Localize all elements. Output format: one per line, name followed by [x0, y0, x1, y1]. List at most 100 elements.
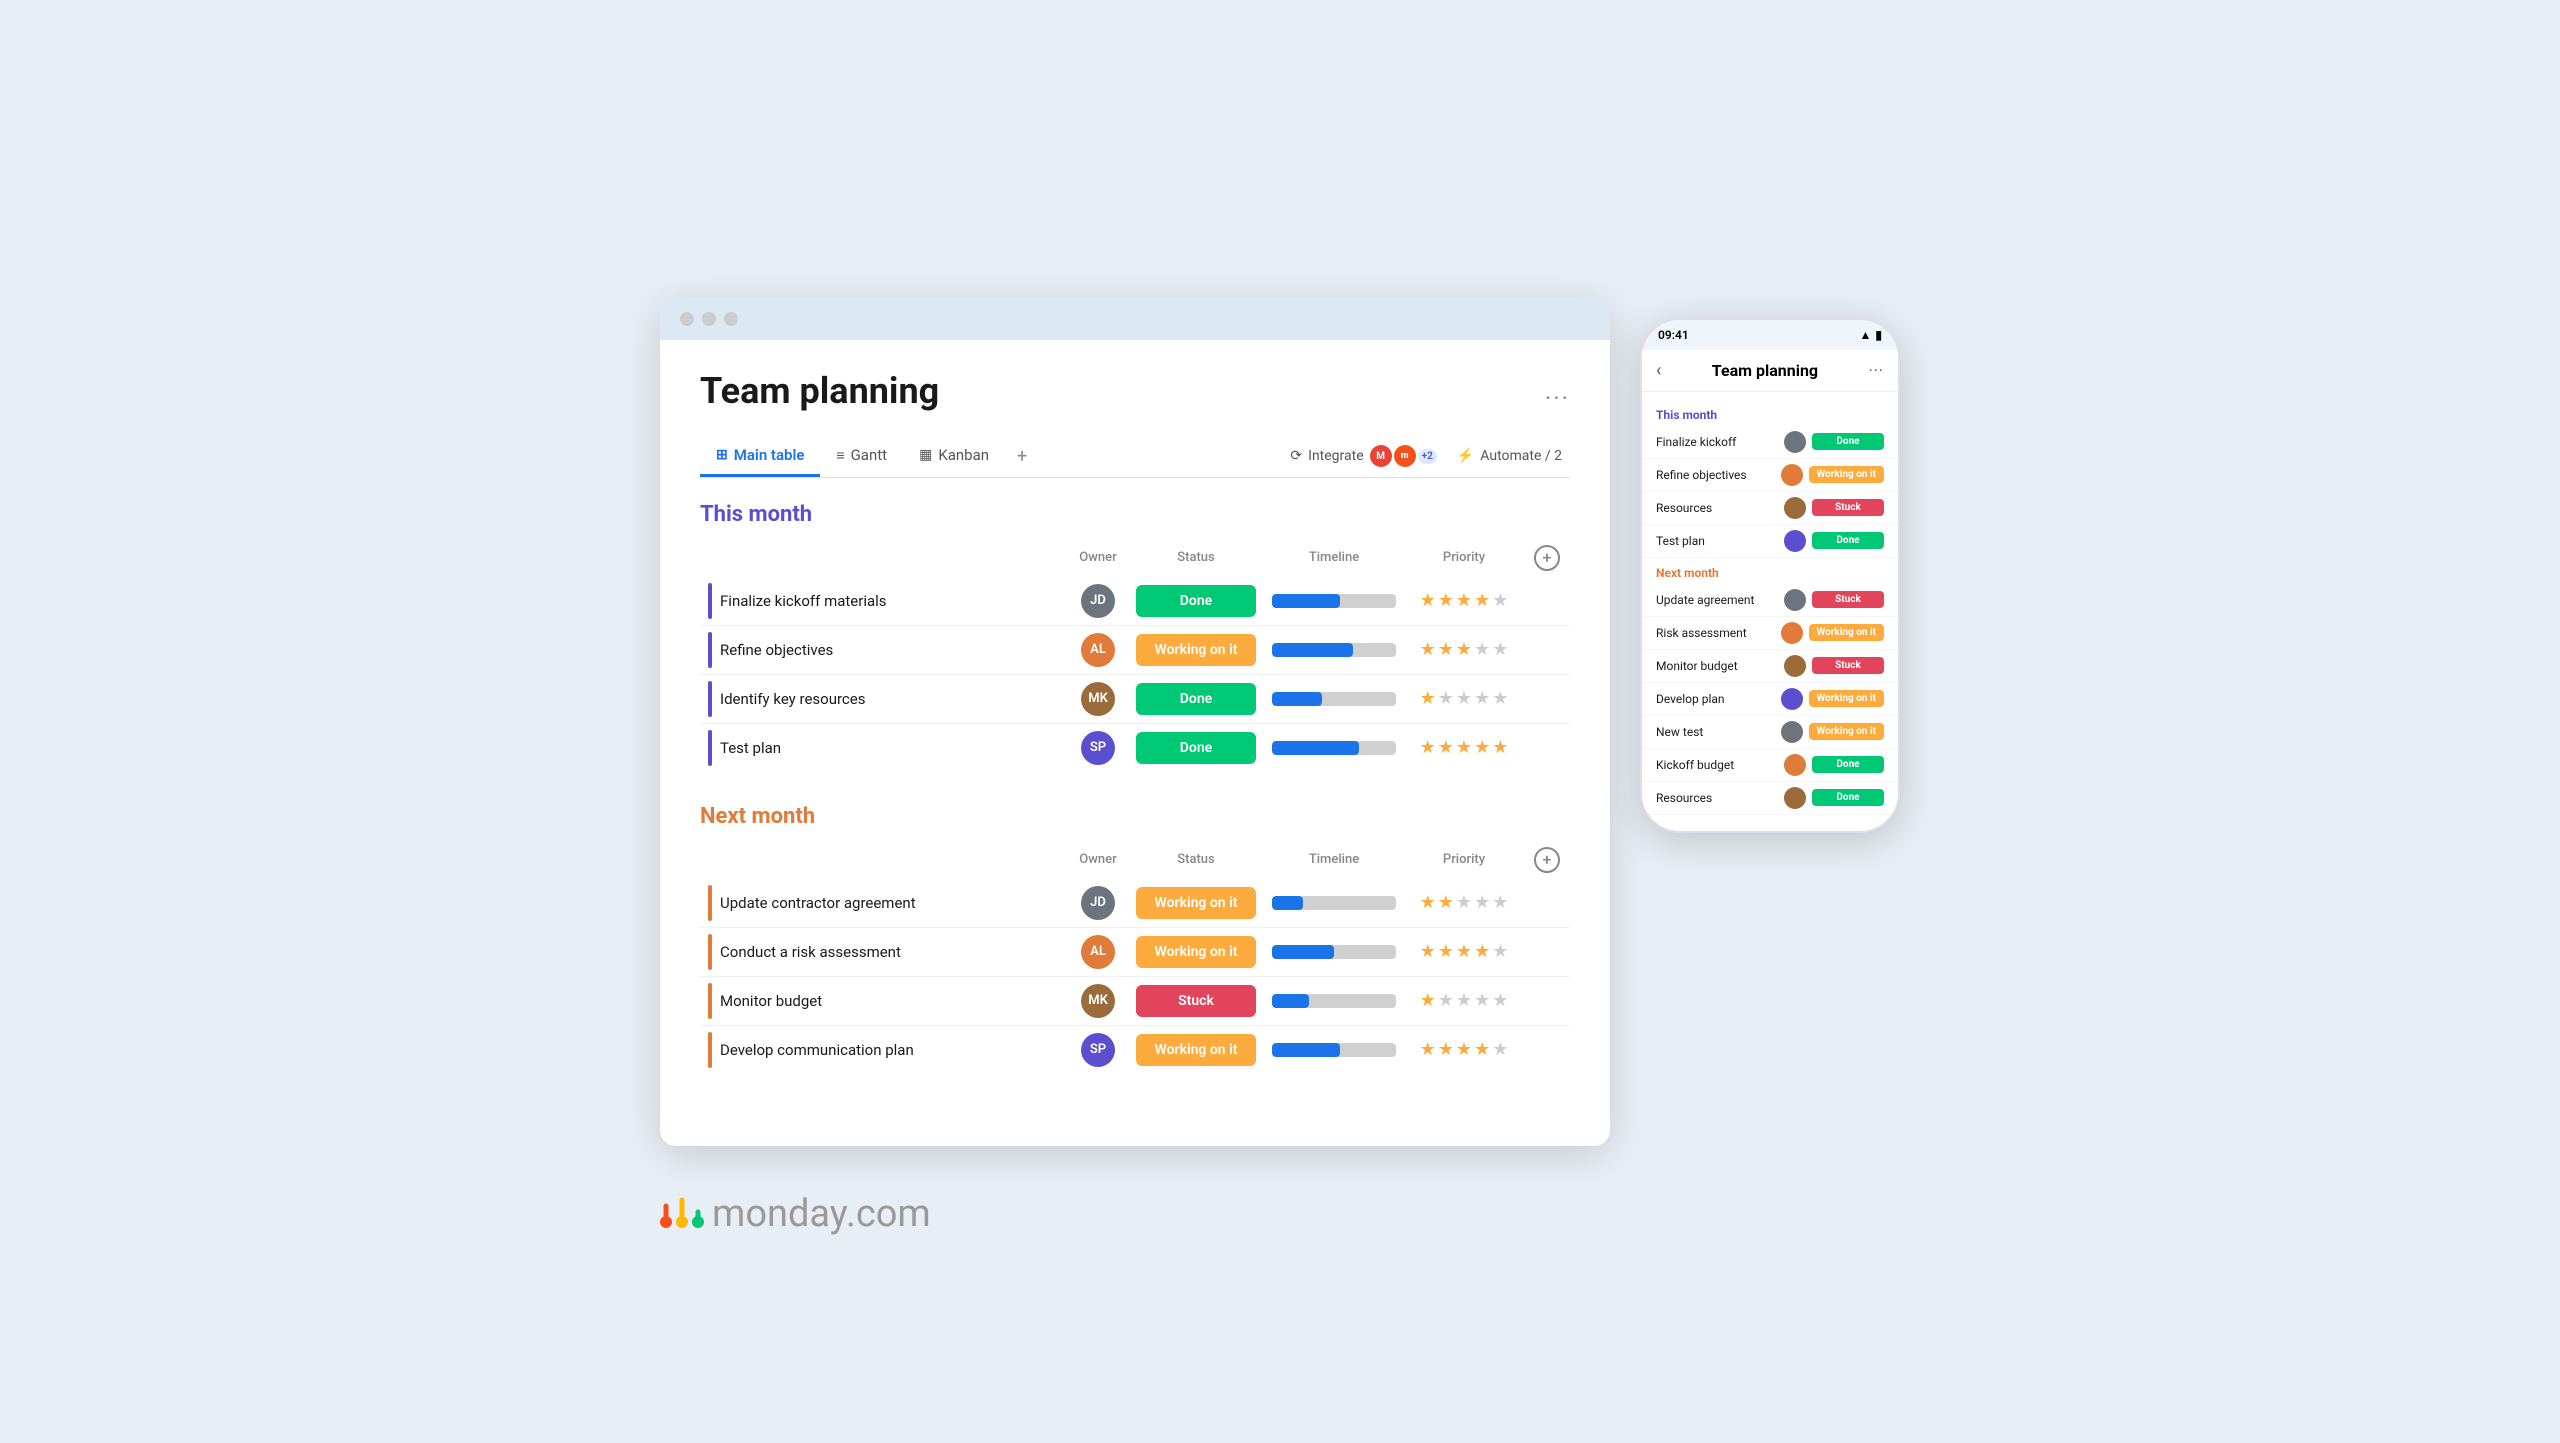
task-name: Test plan: [720, 739, 781, 757]
mobile-content: This month Finalize kickoff Done Refine …: [1642, 392, 1898, 831]
table-row: Conduct a risk assessment AL Working on …: [700, 927, 1570, 976]
section-title-next-month: Next month: [700, 804, 1570, 829]
star-0: ★: [1420, 941, 1436, 962]
mobile-status-badge[interactable]: Working on it: [1809, 690, 1884, 707]
star-1: ★: [1438, 1039, 1454, 1060]
status-badge[interactable]: Done: [1136, 585, 1256, 617]
timeline-fill: [1272, 1043, 1340, 1057]
add-col-header-2: +: [1524, 841, 1570, 879]
task-border: [708, 632, 712, 668]
mobile-task-name: Risk assessment: [1656, 626, 1775, 640]
star-4: ★: [1492, 590, 1508, 611]
owner-cell: AL: [1068, 927, 1128, 976]
avatar: JD: [1081, 584, 1115, 618]
status-badge[interactable]: Working on it: [1136, 1034, 1256, 1066]
page-title: Team planning: [700, 370, 939, 412]
task-name-cell: Test plan: [700, 723, 1068, 772]
mobile-status-badge[interactable]: Working on it: [1809, 624, 1884, 641]
task-border: [708, 1032, 712, 1068]
mobile-time: 09:41: [1658, 328, 1689, 342]
status-badge[interactable]: Done: [1136, 683, 1256, 715]
status-badge[interactable]: Working on it: [1136, 936, 1256, 968]
star-2: ★: [1456, 1039, 1472, 1060]
mobile-status-badge[interactable]: Done: [1812, 789, 1884, 806]
desktop-window: Team planning ... ⊞ Main table ≡ Gantt ▦…: [660, 298, 1610, 1146]
more-options-button[interactable]: ...: [1545, 377, 1570, 405]
mobile-frame: 09:41 ▲ ▮ ‹ Team planning ··· This month…: [1640, 318, 1900, 833]
mobile-status-badge[interactable]: Done: [1812, 756, 1884, 773]
status-badge[interactable]: Working on it: [1136, 887, 1256, 919]
mobile-avatar: [1784, 754, 1806, 776]
status-badge[interactable]: Working on it: [1136, 634, 1256, 666]
priority-cell: ★★★★★: [1404, 723, 1524, 772]
priority-cell: ★★★★★: [1404, 879, 1524, 928]
mobile-status-badge[interactable]: Done: [1812, 433, 1884, 450]
mobile-avatar: [1784, 655, 1806, 677]
timeline-cell: [1264, 577, 1404, 626]
task-border: [708, 583, 712, 619]
task-name-cell: Develop communication plan: [700, 1025, 1068, 1074]
owner-cell: AL: [1068, 625, 1128, 674]
mobile-status-badge[interactable]: Done: [1812, 532, 1884, 549]
star-2: ★: [1456, 688, 1472, 709]
tab-add-button[interactable]: +: [1005, 436, 1039, 477]
task-name: Monitor budget: [720, 992, 822, 1010]
add-cell: [1524, 1025, 1570, 1074]
timeline-fill: [1272, 945, 1334, 959]
timeline-cell: [1264, 674, 1404, 723]
mobile-more-button[interactable]: ···: [1868, 361, 1884, 380]
priority-cell: ★★★★★: [1404, 927, 1524, 976]
mobile-status-badge[interactable]: Working on it: [1809, 723, 1884, 740]
mobile-status-badge[interactable]: Stuck: [1812, 499, 1884, 516]
owner-cell: MK: [1068, 976, 1128, 1025]
stars: ★★★★★: [1412, 892, 1516, 913]
table-row: Finalize kickoff materials JD Done ★★★★★: [700, 577, 1570, 626]
add-column-button-2[interactable]: +: [1534, 847, 1560, 873]
mobile-status-badge[interactable]: Stuck: [1812, 657, 1884, 674]
timeline-fill: [1272, 994, 1309, 1008]
add-column-button[interactable]: +: [1534, 545, 1560, 571]
timeline-fill: [1272, 643, 1353, 657]
integrate-button[interactable]: ⟳ Integrate M m +2: [1290, 445, 1436, 467]
monday-logo-icon: [660, 1196, 708, 1232]
star-1: ★: [1438, 737, 1454, 758]
table-row: Identify key resources MK Done ★★★★★: [700, 674, 1570, 723]
add-cell: [1524, 723, 1570, 772]
star-4: ★: [1492, 1039, 1508, 1060]
status-cell: Working on it: [1128, 879, 1264, 928]
star-4: ★: [1492, 990, 1508, 1011]
task-name: Finalize kickoff materials: [720, 592, 887, 610]
timeline-cell: [1264, 976, 1404, 1025]
status-cell: Done: [1128, 723, 1264, 772]
page-header: Team planning ...: [700, 370, 1570, 412]
mobile-task-name: Finalize kickoff: [1656, 435, 1778, 449]
timeline-fill: [1272, 692, 1322, 706]
status-cell: Stuck: [1128, 976, 1264, 1025]
priority-cell: ★★★★★: [1404, 625, 1524, 674]
status-cell: Working on it: [1128, 1025, 1264, 1074]
mobile-status-badge[interactable]: Stuck: [1812, 591, 1884, 608]
timeline-cell: [1264, 625, 1404, 674]
priority-cell: ★★★★★: [1404, 1025, 1524, 1074]
status-cell: Done: [1128, 674, 1264, 723]
status-badge[interactable]: Stuck: [1136, 985, 1256, 1017]
tab-kanban[interactable]: ▦ Kanban: [903, 436, 1005, 477]
status-badge[interactable]: Done: [1136, 732, 1256, 764]
timeline-fill: [1272, 594, 1340, 608]
task-name-cell: Refine objectives: [700, 625, 1068, 674]
star-4: ★: [1492, 639, 1508, 660]
add-col-header: +: [1524, 539, 1570, 577]
automate-button[interactable]: ⚡ Automate / 2: [1457, 448, 1562, 464]
mobile-task-name: Test plan: [1656, 534, 1778, 548]
timeline-track: [1272, 994, 1396, 1008]
star-3: ★: [1474, 737, 1490, 758]
priority-cell: ★★★★★: [1404, 976, 1524, 1025]
gmail-icon: M: [1370, 445, 1392, 467]
mobile-task-name: Develop plan: [1656, 692, 1775, 706]
mobile-back-button[interactable]: ‹: [1656, 360, 1661, 381]
mobile-status-badge[interactable]: Working on it: [1809, 466, 1884, 483]
tab-gantt[interactable]: ≡ Gantt: [820, 436, 903, 477]
tab-main-table[interactable]: ⊞ Main table: [700, 436, 820, 477]
mobile-row: Test plan Done: [1642, 525, 1898, 558]
timeline-col-header-2: Timeline: [1264, 841, 1404, 879]
